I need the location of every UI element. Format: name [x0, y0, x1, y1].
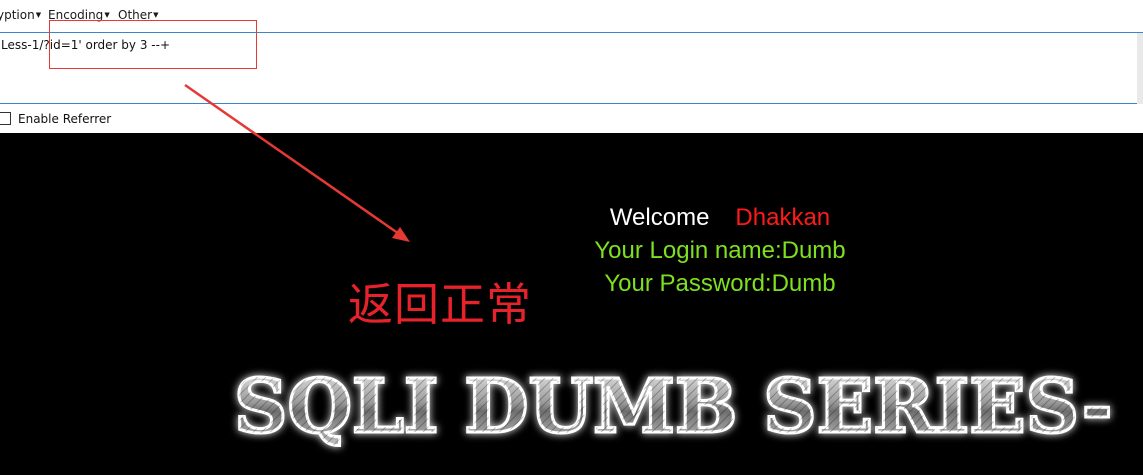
annotation-text: 返回正常: [348, 278, 533, 331]
enable-referrer-checkbox[interactable]: [0, 112, 11, 125]
chevron-down-icon: ▼: [104, 11, 110, 19]
menu-other[interactable]: Other▼: [118, 8, 158, 22]
chevron-down-icon: ▼: [35, 11, 42, 19]
menu-other-label: Other: [118, 8, 153, 22]
chevron-down-icon: ▼: [153, 11, 159, 19]
welcome-line: Welcome Dhakkan: [540, 204, 900, 232]
hackbar-menubar: yption▼ Encoding▼ Other▼: [0, 0, 1143, 31]
welcome-word: Welcome: [609, 204, 710, 231]
menu-encoding-label: Encoding: [48, 8, 104, 22]
menu-encryption-label: yption: [0, 8, 35, 22]
welcome-name: Dhakkan: [735, 204, 831, 231]
banner-texture: SQLI DUMB SERIES-: [234, 364, 1112, 450]
menu-encryption[interactable]: yption▼: [0, 8, 41, 22]
url-input[interactable]: Less-1/?id=1' order by 3 --+: [0, 32, 1143, 104]
sqli-dumb-series-banner: SQLI DUMB SERIES- SQLI DUMB SERIES-: [233, 363, 1114, 452]
url-scrollbar[interactable]: [1137, 33, 1143, 104]
password-line: Your Password:Dumb: [604, 270, 836, 297]
options-row: Enable Referrer: [0, 108, 1143, 133]
hackbar-toolbar: yption▼ Encoding▼ Other▼ Less-1/?id=1' o…: [0, 0, 1143, 133]
login-name-line: Your Login name:Dumb: [594, 237, 846, 264]
enable-referrer-label[interactable]: Enable Referrer: [18, 112, 111, 126]
url-text[interactable]: Less-1/?id=1' order by 3 --+: [1, 38, 170, 52]
menu-encoding[interactable]: Encoding▼: [48, 8, 110, 22]
